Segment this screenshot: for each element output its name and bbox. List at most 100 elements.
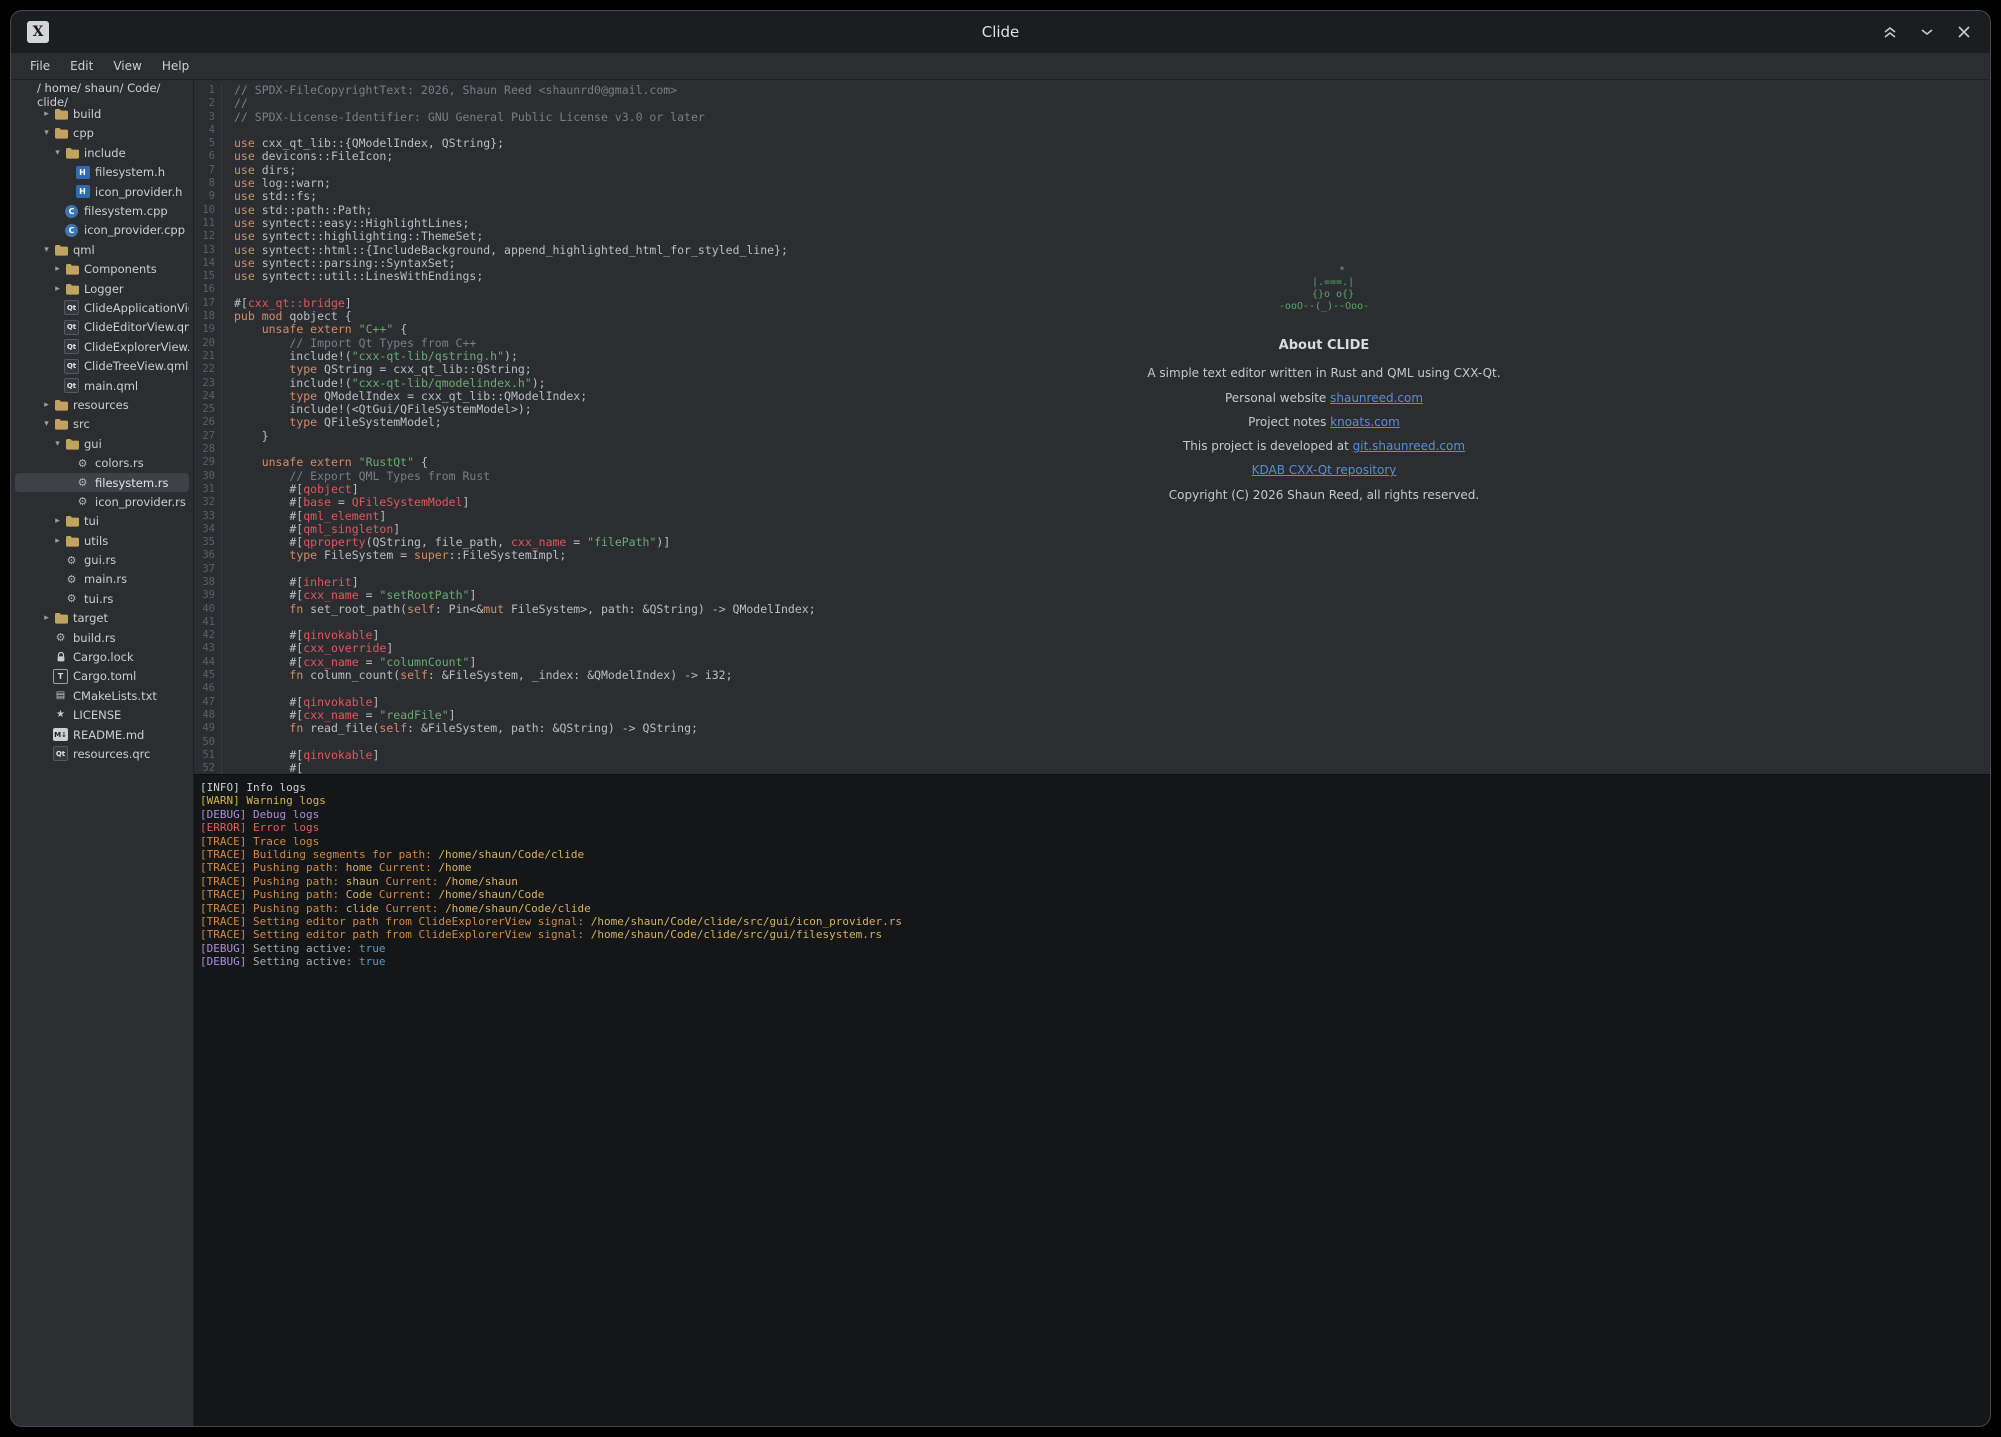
line-number: 26 bbox=[194, 416, 222, 429]
about-link[interactable]: knoats.com bbox=[1330, 415, 1400, 429]
tree-item-cargo-lock[interactable]: Cargo.lock bbox=[15, 647, 189, 666]
about-link[interactable]: KDAB CXX-Qt repository bbox=[1252, 463, 1397, 477]
chevron-collapsed-icon[interactable]: ▸ bbox=[51, 516, 64, 526]
chevron-expanded-icon[interactable]: ▾ bbox=[51, 439, 64, 449]
log-line: [INFO] Info logs bbox=[200, 781, 1984, 794]
tree-item-qml[interactable]: ▾qml bbox=[15, 240, 189, 259]
code-editor[interactable]: 1// SPDX-FileCopyrightText: 2026, Shaun … bbox=[194, 80, 1990, 774]
close-icon[interactable] bbox=[1954, 22, 1974, 42]
chevron-collapsed-icon[interactable]: ▸ bbox=[51, 536, 64, 546]
tree-item-cpp[interactable]: ▾ cpp bbox=[15, 124, 189, 143]
tree-item-main-qml[interactable]: Qtmain.qml bbox=[15, 376, 189, 395]
tree-item-utils[interactable]: ▸utils bbox=[15, 531, 189, 550]
tree-item-label: include bbox=[84, 146, 126, 160]
line-number: 34 bbox=[194, 523, 222, 536]
tree-item-label: colors.rs bbox=[95, 456, 144, 470]
tree-item-label: gui.rs bbox=[84, 553, 116, 567]
tree-item-components[interactable]: ▸ Components bbox=[15, 260, 189, 279]
chevron-collapsed-icon[interactable]: ▸ bbox=[51, 284, 64, 294]
line-number: 12 bbox=[194, 230, 222, 243]
line-number: 46 bbox=[194, 682, 222, 695]
code-line: 51 #[qinvokable] bbox=[194, 749, 1990, 762]
code-line: 49 fn read_file(self: &FileSystem, path:… bbox=[194, 722, 1990, 735]
tree-item-tui[interactable]: ▸tui bbox=[15, 512, 189, 531]
tree-item-target[interactable]: ▸target bbox=[15, 609, 189, 628]
menu-item-view[interactable]: View bbox=[104, 56, 150, 76]
tree-item-label: main.rs bbox=[84, 572, 127, 586]
tree-item-icon-provider-rs[interactable]: ⚙icon_provider.rs bbox=[15, 492, 189, 511]
tree-root-path[interactable]: / home/ shaun/ Code/ clide/ bbox=[11, 85, 193, 104]
rust-file-icon: ⚙ bbox=[75, 476, 90, 490]
chevron-collapsed-icon[interactable]: ▸ bbox=[40, 109, 53, 119]
line-number: 32 bbox=[194, 496, 222, 509]
rollup-icon[interactable] bbox=[1880, 22, 1900, 42]
chevron-collapsed-icon[interactable]: ▸ bbox=[40, 400, 53, 410]
tree-item-clideapplicationview-qml[interactable]: QtClideApplicationView.qml bbox=[15, 298, 189, 317]
chevron-expanded-icon[interactable]: ▾ bbox=[40, 128, 53, 138]
tree-item-resources[interactable]: ▸resources bbox=[15, 395, 189, 414]
tree-item-build-rs[interactable]: ⚙build.rs bbox=[15, 628, 189, 647]
folder-icon bbox=[64, 534, 79, 548]
menu-item-file[interactable]: File bbox=[21, 56, 59, 76]
rust-file-icon: ⚙ bbox=[75, 456, 90, 470]
about-description: A simple text editor written in Rust and… bbox=[1084, 367, 1564, 380]
line-number: 43 bbox=[194, 642, 222, 655]
line-number: 2 bbox=[194, 97, 222, 110]
log-line: [DEBUG] Debug logs bbox=[200, 808, 1984, 821]
line-number: 25 bbox=[194, 403, 222, 416]
log-line: [DEBUG] Setting active: true bbox=[200, 942, 1984, 955]
tree-item-tui-rs[interactable]: ⚙tui.rs bbox=[15, 589, 189, 608]
line-number: 5 bbox=[194, 137, 222, 150]
code-line: 52 #[ bbox=[194, 762, 1990, 774]
tree-item-logger[interactable]: ▸ Logger bbox=[15, 279, 189, 298]
tree-item-resources-qrc[interactable]: Qtresources.qrc bbox=[15, 744, 189, 763]
tree-item-label: src bbox=[73, 417, 90, 431]
minimize-icon[interactable] bbox=[1917, 22, 1937, 42]
tree-item-label: Components bbox=[84, 262, 157, 276]
tree-item-clideexplorerview-qml[interactable]: QtClideExplorerView.qml bbox=[15, 337, 189, 356]
tree-item-main-rs[interactable]: ⚙main.rs bbox=[15, 570, 189, 589]
tree-item-cmakelists-txt[interactable]: ▤CMakeLists.txt bbox=[15, 686, 189, 705]
code-line: 42 #[qinvokable] bbox=[194, 629, 1990, 642]
tree-item-gui-rs[interactable]: ⚙gui.rs bbox=[15, 550, 189, 569]
code-line: 34 #[qml_singleton] bbox=[194, 523, 1990, 536]
tree-item-filesystem-rs[interactable]: ⚙ filesystem.rs bbox=[15, 473, 189, 492]
chevron-expanded-icon[interactable]: ▾ bbox=[40, 245, 53, 255]
line-number: 23 bbox=[194, 377, 222, 390]
main-pane: 1// SPDX-FileCopyrightText: 2026, Shaun … bbox=[194, 80, 1990, 1426]
tree-item-clidetreeview-qml[interactable]: QtClideTreeView.qml bbox=[15, 356, 189, 375]
tree-item-include[interactable]: ▾ include bbox=[15, 143, 189, 162]
tree-item-readme-md[interactable]: M↓README.md bbox=[15, 725, 189, 744]
chevron-collapsed-icon[interactable]: ▸ bbox=[40, 613, 53, 623]
about-link[interactable]: git.shaunreed.com bbox=[1353, 439, 1465, 453]
line-number: 6 bbox=[194, 150, 222, 163]
about-link[interactable]: shaunreed.com bbox=[1330, 391, 1423, 405]
menu-item-help[interactable]: Help bbox=[153, 56, 198, 76]
tree-item-label: filesystem.rs bbox=[95, 476, 168, 490]
chevron-collapsed-icon[interactable]: ▸ bbox=[51, 264, 64, 274]
tree-item-clideeditorview-qml[interactable]: QtClideEditorView.qml bbox=[15, 318, 189, 337]
tree-item-license[interactable]: ★LICENSE bbox=[15, 706, 189, 725]
chevron-expanded-icon[interactable]: ▾ bbox=[40, 419, 53, 429]
code-line: 39 #[cxx_name = "setRootPath"] bbox=[194, 589, 1990, 602]
tree-item-cargo-toml[interactable]: TCargo.toml bbox=[15, 667, 189, 686]
line-number: 19 bbox=[194, 323, 222, 336]
about-line: Project notes knoats.com bbox=[1084, 416, 1564, 429]
tree-item-gui[interactable]: ▾gui bbox=[15, 434, 189, 453]
line-number: 35 bbox=[194, 536, 222, 549]
tree-item-label: ClideExplorerView.qml bbox=[84, 340, 189, 354]
tree-item-icon-provider-cpp[interactable]: Cicon_provider.cpp bbox=[15, 221, 189, 240]
cpp-file-icon: C bbox=[64, 204, 79, 218]
tree-item-filesystem-h[interactable]: Hfilesystem.h bbox=[15, 163, 189, 182]
menu-item-edit[interactable]: Edit bbox=[61, 56, 102, 76]
code-line: 10use std::path::Path; bbox=[194, 204, 1990, 217]
tree-item-filesystem-cpp[interactable]: Cfilesystem.cpp bbox=[15, 201, 189, 220]
tree-item-colors-rs[interactable]: ⚙ colors.rs bbox=[15, 453, 189, 472]
tree-item-src[interactable]: ▾ src bbox=[15, 415, 189, 434]
tree-item-label: Logger bbox=[84, 282, 124, 296]
tree-item-icon-provider-h[interactable]: Hicon_provider.h bbox=[15, 182, 189, 201]
tree-item-label: cpp bbox=[73, 126, 94, 140]
log-console[interactable]: [INFO] Info logs[WARN] Warning logs[DEBU… bbox=[194, 774, 1990, 1426]
qt-file-icon: Qt bbox=[64, 320, 79, 334]
chevron-expanded-icon[interactable]: ▾ bbox=[51, 148, 64, 158]
